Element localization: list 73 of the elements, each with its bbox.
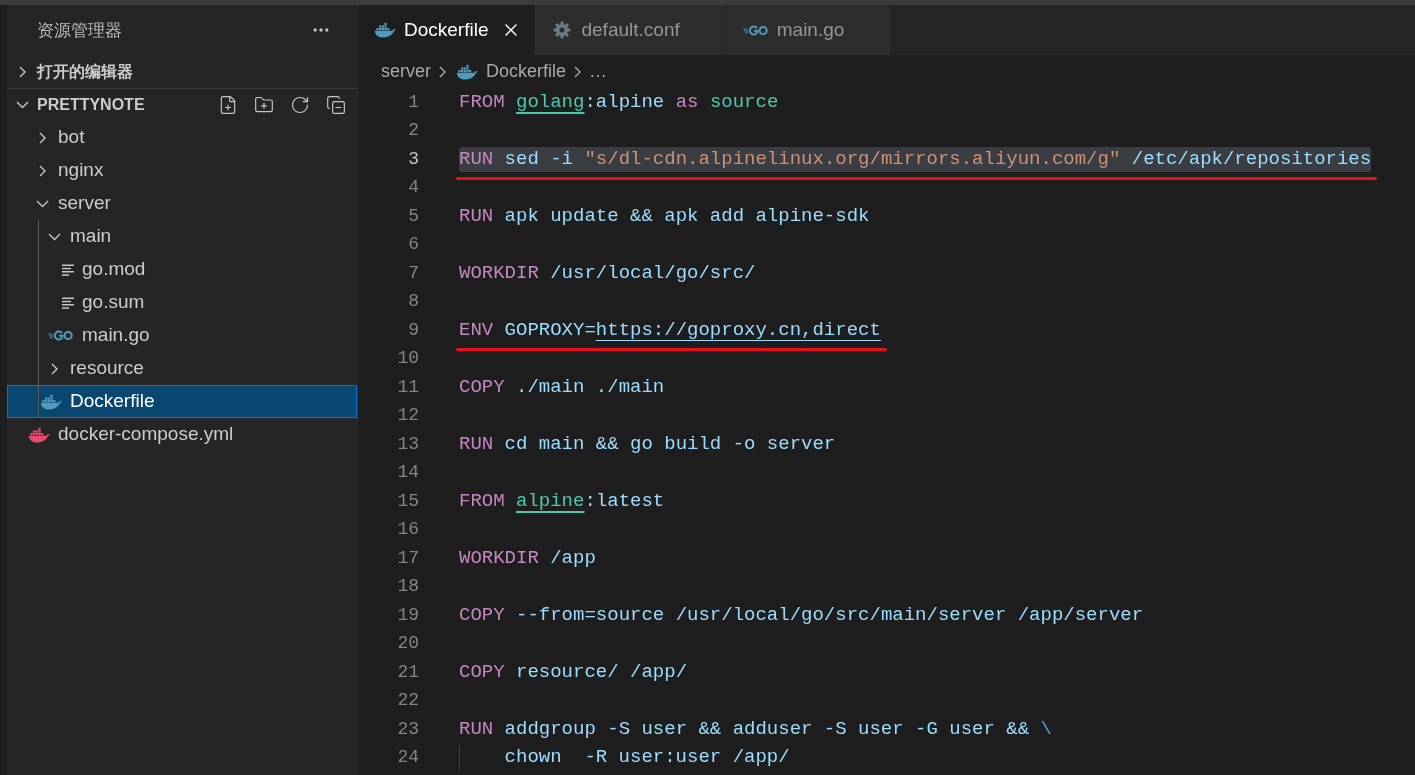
code-line: ENV GOPROXY=https://goproxy.cn,direct: [459, 317, 881, 343]
tree-item[interactable]: server: [7, 187, 357, 220]
line-number: 9: [408, 318, 419, 342]
tree-item[interactable]: main: [7, 220, 357, 253]
editor-tab[interactable]: main.go: [726, 5, 892, 55]
code-line: COPY ./main ./main: [459, 374, 665, 400]
code-line: WORKDIR /usr/local/go/src/: [459, 260, 756, 286]
tree-item[interactable]: nginx: [7, 154, 357, 187]
refresh-icon[interactable]: [290, 95, 310, 115]
whale-icon: [28, 426, 50, 443]
code-line: WORKDIR /app: [459, 545, 596, 571]
whale-icon: [40, 393, 62, 410]
line-number: 10: [397, 347, 419, 371]
line-number: 24: [397, 746, 419, 770]
file-plus-icon[interactable]: [218, 95, 238, 115]
line-number: 2: [408, 119, 419, 143]
tree-item[interactable]: main.go: [7, 319, 357, 352]
line-number: 1: [408, 90, 419, 114]
code-link[interactable]: https://goproxy.cn,direct: [595, 318, 881, 341]
code-line: chown -R user:user /app/: [459, 745, 790, 771]
line-number: 19: [397, 603, 419, 627]
line-number: 23: [397, 717, 419, 741]
breadcrumb-item[interactable]: Dockerfile: [454, 58, 567, 85]
whale-icon: [456, 63, 478, 80]
code-link[interactable]: alpine: [516, 489, 585, 512]
line-number: 8: [408, 290, 419, 314]
tree-item[interactable]: go.mod: [7, 253, 357, 286]
chevron-right-icon: [574, 65, 582, 78]
text-lines-icon: [62, 296, 74, 309]
code-line: RUN addgroup -S user && adduser -S user -G user && \: [459, 716, 1052, 742]
folder-plus-icon[interactable]: [254, 95, 274, 115]
tree-item[interactable]: go.sum: [7, 286, 357, 319]
code-line: RUN cd main && go build -o server: [459, 431, 836, 457]
line-number: 7: [408, 261, 419, 285]
code-link[interactable]: golang: [516, 90, 585, 113]
go-logo-icon: [742, 24, 769, 36]
code-line: COPY --from=source /usr/local/go/src/main/server /app/server: [459, 602, 1144, 628]
tree-item[interactable]: resource: [7, 352, 357, 385]
section-header[interactable]: PRETTYNOTE: [7, 93, 145, 117]
line-number: 18: [397, 575, 419, 599]
line-number: 20: [397, 632, 419, 656]
code-line: FROM alpine:latest: [459, 488, 665, 514]
go-logo-icon: [48, 330, 74, 341]
sidebar-title: 资源管理器: [37, 19, 122, 41]
line-number: 3: [408, 147, 419, 171]
line-number: 12: [397, 404, 419, 428]
tree-item[interactable]: bot: [7, 121, 357, 154]
line-number: 22: [397, 689, 419, 713]
line-number: 4: [408, 176, 419, 200]
code-line: FROM golang:alpine as source: [459, 89, 779, 115]
line-number: 13: [397, 432, 419, 456]
collapse-all-icon[interactable]: [326, 95, 346, 115]
gear-icon: [553, 21, 572, 39]
editor-tab[interactable]: default.conf: [535, 5, 727, 55]
code-line: COPY resource/ /app/: [459, 659, 688, 685]
editor-tab[interactable]: Dockerfile: [358, 5, 536, 55]
tree-item[interactable]: Dockerfile: [7, 385, 357, 418]
line-number: 21: [397, 660, 419, 684]
line-number: 11: [397, 375, 419, 399]
line-number: 17: [397, 546, 419, 570]
breadcrumb-item[interactable]: server: [381, 58, 431, 85]
text-lines-icon: [62, 263, 74, 276]
chevron-right-icon: [439, 65, 446, 78]
code-line: RUN apk update && apk add alpine-sdk: [459, 203, 870, 229]
section-header[interactable]: 打开的编辑器: [7, 59, 133, 84]
line-number: 14: [397, 461, 419, 485]
line-number: 6: [408, 233, 419, 257]
whale-icon: [374, 22, 396, 38]
tree-item[interactable]: docker-compose.yml: [7, 418, 357, 451]
breadcrumb-item[interactable]: …: [589, 58, 608, 85]
line-number: 5: [408, 204, 419, 228]
line-number: 15: [397, 489, 419, 513]
line-number: 16: [397, 518, 419, 542]
